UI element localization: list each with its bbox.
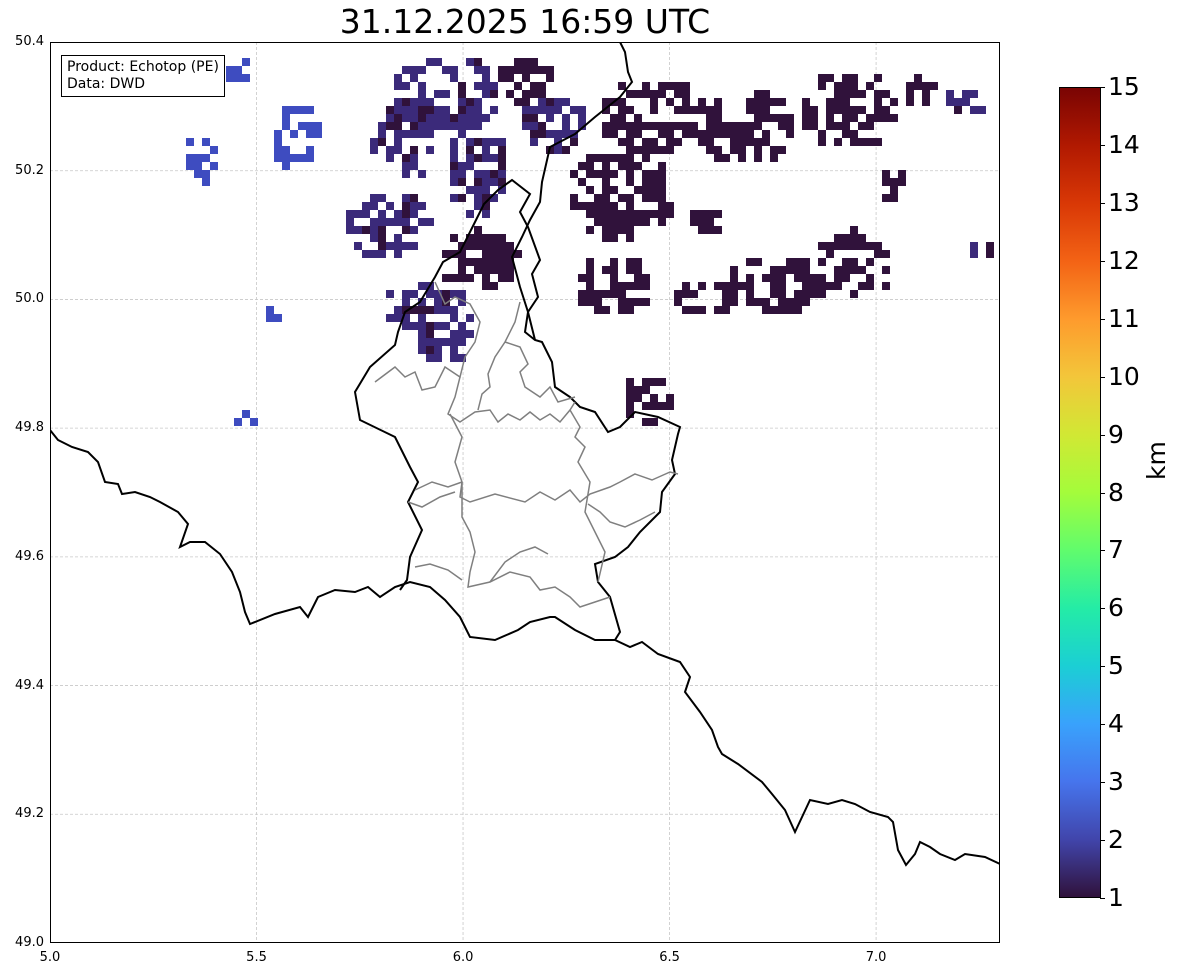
colorbar-tick-mark [1100,898,1105,899]
colorbar-tick-mark [1100,550,1105,552]
colorbar [1059,87,1101,898]
y-tick-label: 49.2 [15,806,44,822]
colorbar-tick-mark [1100,492,1105,494]
colorbar-tick-label: 11 [1108,303,1140,333]
colorbar-tick-mark [1100,840,1105,842]
x-tick-label: 7.0 [865,950,887,965]
colorbar-tick-mark [1100,87,1105,88]
y-tick-label: 49.8 [15,420,44,436]
data-source-label: Data: DWD [67,76,145,92]
info-box: Product: Echotop (PE) Data: DWD [61,55,225,97]
x-tick-label: 5.0 [39,950,61,965]
colorbar-tick-label: 8 [1108,477,1124,507]
x-tick-label: 6.5 [659,950,680,965]
map-frame [50,42,1000,943]
colorbar-tick-label: 12 [1108,245,1140,275]
colorbar-tick-mark [1100,260,1105,262]
y-tick-label: 50.4 [15,34,44,49]
y-tick-label: 49.6 [15,548,44,564]
colorbar-tick-label: 13 [1108,187,1140,217]
y-tick-label: 50.2 [15,162,44,178]
colorbar-tick-mark [1100,376,1105,378]
colorbar-tick-label: 14 [1108,129,1140,159]
colorbar-tick-mark [1100,202,1105,204]
colorbar-tick-label: 1 [1108,883,1124,912]
colorbar-tick-mark [1100,724,1105,726]
colorbar-tick-mark [1100,318,1105,320]
x-tick-label: 5.5 [246,950,267,965]
colorbar-tick-label: 2 [1108,825,1124,855]
colorbar-tick-label: 4 [1108,709,1124,739]
colorbar-tick-label: 7 [1108,535,1124,565]
colorbar-tick-label: 6 [1108,593,1124,623]
y-tick-label: 50.0 [15,291,44,307]
colorbar-tick-label: 9 [1108,419,1124,449]
colorbar-tick-mark [1100,608,1105,610]
colorbar-tick-label: 3 [1108,767,1124,797]
colorbar-label: km [1142,441,1171,480]
colorbar-tick-label: 15 [1108,72,1140,101]
colorbar-tick-mark [1100,144,1105,146]
colorbar-tick-mark [1100,434,1105,436]
y-tick-label: 49.0 [15,935,44,950]
product-label: Product: Echotop (PE) [67,59,219,75]
colorbar-tick-label: 5 [1108,651,1124,681]
colorbar-tick-mark [1100,666,1105,668]
colorbar-tick-mark [1100,782,1105,784]
map-title: 31.12.2025 16:59 UTC [339,2,711,41]
x-tick-label: 6.0 [452,950,474,965]
colorbar-tick-label: 10 [1108,361,1140,391]
y-tick-label: 49.4 [15,677,44,693]
